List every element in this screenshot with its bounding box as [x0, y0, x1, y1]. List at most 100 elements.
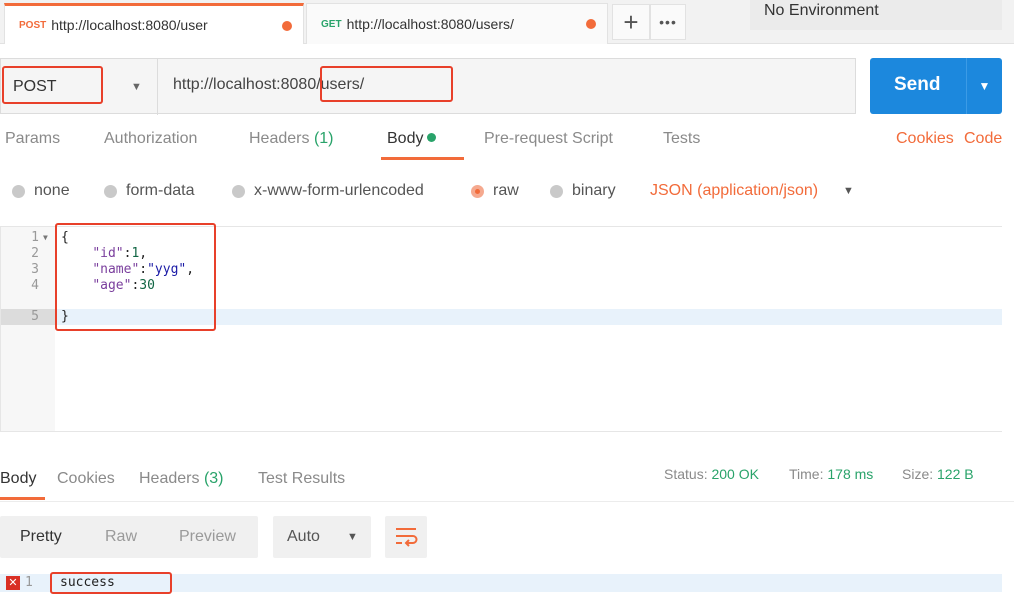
caret-down-icon: ▼ [347, 531, 358, 543]
code-text: "name":"yyg", [92, 262, 195, 277]
response-toolbar: Pretty Raw Preview Auto ▼ [0, 516, 1014, 558]
size-readout: Size: 122 B [902, 466, 974, 482]
cookies-link[interactable]: Cookies [896, 130, 954, 148]
send-button[interactable]: Send [894, 74, 940, 96]
radio-urlencoded-label: x-www-form-urlencoded [254, 182, 424, 199]
line-number: 1 [25, 575, 33, 590]
size-label: Size: [902, 466, 934, 482]
line-number: 4 [31, 278, 39, 293]
radio-raw-label: raw [493, 182, 519, 199]
tab-authorization[interactable]: Authorization [104, 130, 197, 148]
response-headers-count: (3) [203, 470, 224, 487]
time-value: 178 ms [827, 466, 874, 482]
json-value: "yyg" [147, 262, 187, 277]
tab-body-label: Body [387, 130, 424, 147]
code-text: } [61, 309, 69, 324]
code-text: { [61, 230, 69, 245]
status-value: 200 OK [711, 466, 759, 482]
environment-label: No Environment [764, 2, 879, 19]
tab-url-label: http://localhost:8080/user [51, 17, 208, 33]
tab-headers-label: Headers [249, 130, 310, 147]
response-active-underline [0, 497, 45, 500]
radio-urlencoded[interactable]: x-www-form-urlencoded [232, 182, 424, 200]
json-key: "name" [92, 262, 140, 277]
time-label: Time: [789, 466, 824, 482]
code-link[interactable]: Code [964, 130, 1002, 148]
tab-body[interactable]: Body [387, 130, 437, 148]
tab-url-label: http://localhost:8080/users/ [346, 16, 514, 32]
more-tabs-button[interactable]: ••• [650, 4, 686, 40]
environment-selector[interactable]: No Environment [750, 0, 1002, 30]
radio-form-data-label: form-data [126, 182, 195, 199]
send-button-group: Send ▼ [870, 58, 1002, 114]
json-value: 1 [131, 246, 140, 261]
radio-none-label: none [34, 182, 70, 199]
send-options-button[interactable]: ▼ [966, 58, 1002, 114]
radio-selected-icon [471, 184, 484, 198]
response-tab-test-results[interactable]: Test Results [258, 470, 345, 488]
fold-caret-icon[interactable]: ▼ [43, 230, 48, 246]
body-indicator-dot-icon [427, 133, 437, 142]
caret-down-icon: ▼ [978, 79, 991, 93]
json-value: 30 [139, 278, 155, 293]
editor-line-current: 5 } [1, 309, 1002, 325]
line-number: 2 [31, 246, 39, 261]
request-tabs: Params Authorization Headers (1) Body Pr… [0, 118, 1014, 160]
content-type-select[interactable]: JSON (application/json) [650, 182, 818, 200]
error-marker-icon: ✕ [6, 576, 20, 590]
view-mode-tabs: Pretty Raw Preview [0, 516, 258, 558]
body-editor[interactable]: 1 ▼ { 2 "id":1, 3 "name":"yyg", 4 "age":… [0, 226, 1002, 432]
format-select[interactable]: Auto ▼ [273, 516, 371, 558]
editor-line: 4 "age":30 [1, 278, 1002, 294]
radio-form-data[interactable]: form-data [104, 182, 194, 200]
body-type-radios: none form-data x-www-form-urlencoded raw… [0, 170, 1014, 214]
request-tab-post-user[interactable]: POST http://localhost:8080/user [4, 3, 304, 44]
view-raw[interactable]: Raw [105, 528, 137, 546]
wrap-lines-icon [396, 528, 418, 547]
tab-strip: POST http://localhost:8080/user GET http… [0, 0, 1014, 44]
status-readout: Status: 200 OK [664, 466, 759, 482]
ellipsis-icon: ••• [659, 14, 677, 30]
line-number: 3 [31, 262, 39, 277]
request-bar: POST ▼ http://localhost:8080/users/ [0, 58, 856, 115]
view-pretty[interactable]: Pretty [20, 528, 62, 546]
tab-params[interactable]: Params [5, 130, 60, 148]
radio-binary[interactable]: binary [550, 182, 616, 200]
active-tab-underline [381, 157, 464, 160]
new-tab-button[interactable]: + [612, 4, 650, 40]
method-select[interactable]: POST ▼ [1, 59, 158, 115]
tab-pre-request-script[interactable]: Pre-request Script [484, 130, 613, 148]
method-value: POST [13, 78, 57, 95]
response-tab-body[interactable]: Body [0, 470, 36, 488]
size-value: 122 B [937, 466, 974, 482]
url-input[interactable]: http://localhost:8080/users/ [173, 76, 364, 94]
editor-line: 2 "id":1, [1, 246, 1002, 262]
view-preview[interactable]: Preview [179, 528, 236, 546]
code-text: "id":1, [92, 246, 148, 261]
response-tab-cookies[interactable]: Cookies [57, 470, 115, 488]
response-body-line[interactable]: ✕ 1 success [0, 574, 1002, 592]
unsaved-dot-icon [586, 19, 596, 29]
request-tab-get-users[interactable]: GET http://localhost:8080/users/ [306, 3, 608, 44]
wrap-lines-button[interactable] [385, 516, 427, 558]
editor-line: 1 ▼ { [1, 230, 1002, 246]
format-value: Auto [287, 528, 320, 545]
radio-circle-icon [12, 184, 25, 198]
editor-line: 3 "name":"yyg", [1, 262, 1002, 278]
tab-tests[interactable]: Tests [663, 130, 700, 148]
json-key: "age" [92, 278, 132, 293]
caret-down-icon[interactable]: ▼ [843, 185, 854, 197]
unsaved-dot-icon [282, 21, 292, 31]
response-text: success [60, 575, 115, 590]
json-key: "id" [92, 246, 124, 261]
radio-binary-label: binary [572, 182, 616, 199]
headers-count: (1) [313, 130, 334, 147]
tab-headers[interactable]: Headers (1) [249, 130, 334, 148]
radio-none[interactable]: none [12, 182, 70, 200]
tab-method-label: GET [321, 18, 342, 30]
radio-raw[interactable]: raw [471, 182, 519, 200]
response-tab-headers-label: Headers [139, 470, 200, 487]
response-tab-headers[interactable]: Headers (3) [139, 470, 224, 488]
line-number: 1 [31, 230, 39, 245]
radio-circle-icon [550, 184, 563, 198]
